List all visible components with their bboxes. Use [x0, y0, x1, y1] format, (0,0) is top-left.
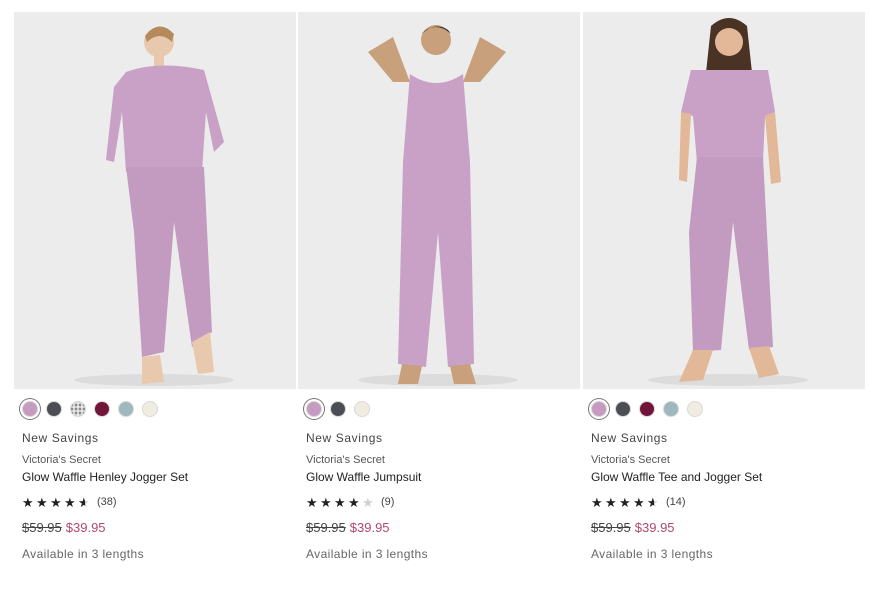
product-name[interactable]: Glow Waffle Jumpsuit	[306, 470, 580, 484]
original-price: $59.95	[22, 520, 62, 535]
original-price: $59.95	[591, 520, 631, 535]
rating[interactable]: ★★★★★ (14)	[591, 495, 865, 509]
color-swatches	[591, 399, 865, 419]
original-price: $59.95	[306, 520, 346, 535]
price: $59.95 $39.95	[591, 520, 865, 535]
product-card: New Savings Victoria's Secret Glow Waffl…	[14, 12, 296, 561]
lengths-note: Available in 3 lengths	[22, 547, 144, 561]
star-icon: ★	[306, 494, 318, 510]
price: $59.95 $39.95	[22, 520, 296, 535]
lengths-note: Available in 3 lengths	[306, 547, 428, 561]
star-icon: ★	[591, 494, 603, 510]
star-icon: ★	[633, 494, 645, 510]
star-icon: ★	[36, 494, 48, 510]
promo-badge: New Savings	[22, 431, 99, 445]
price: $59.95 $39.95	[306, 520, 580, 535]
rating[interactable]: ★ ★ ★ ★ ★ (9)	[306, 495, 580, 509]
promo-badge: New Savings	[591, 431, 668, 445]
model-henley-jogger-illustration	[74, 26, 234, 386]
star-icon: ★	[22, 494, 34, 510]
review-count: (9)	[381, 496, 395, 508]
star-icon: ★	[64, 494, 76, 510]
product-image[interactable]	[583, 12, 865, 389]
color-swatch[interactable]	[46, 401, 62, 417]
lengths-note: Available in 3 lengths	[591, 547, 713, 561]
product-name[interactable]: Glow Waffle Henley Jogger Set	[22, 470, 296, 484]
color-swatch[interactable]	[663, 401, 679, 417]
product-name[interactable]: Glow Waffle Tee and Jogger Set	[591, 470, 865, 484]
brand-name: Victoria's Secret	[22, 454, 101, 466]
color-swatch[interactable]	[330, 401, 346, 417]
star-rating: ★ ★ ★ ★ ★	[306, 496, 375, 509]
rating[interactable]: ★★★★★ (38)	[22, 495, 296, 509]
color-swatch[interactable]	[354, 401, 370, 417]
star-icon: ★	[320, 494, 332, 510]
star-icon: ★	[647, 496, 660, 509]
review-count: (38)	[97, 496, 117, 508]
model-tee-jogger-illustration	[648, 18, 808, 386]
promo-badge: New Savings	[306, 431, 383, 445]
sale-price: $39.95	[65, 520, 106, 535]
product-grid: New Savings Victoria's Secret Glow Waffl…	[0, 0, 870, 615]
color-swatch[interactable]	[70, 401, 86, 417]
brand-name: Victoria's Secret	[306, 454, 385, 466]
product-image[interactable]	[298, 12, 580, 389]
review-count: (14)	[666, 496, 686, 508]
color-swatch[interactable]	[615, 401, 631, 417]
star-icon: ★	[348, 494, 360, 510]
color-swatch[interactable]	[94, 401, 110, 417]
star-rating: ★ ★ ★ ★ ★	[22, 496, 91, 509]
color-swatches	[22, 399, 296, 419]
sale-price: $39.95	[634, 520, 675, 535]
star-icon: ★	[362, 494, 374, 510]
color-swatch[interactable]	[142, 401, 158, 417]
star-icon: ★	[334, 494, 346, 510]
color-swatch[interactable]	[306, 401, 322, 417]
color-swatch[interactable]	[591, 401, 607, 417]
product-card: New Savings Victoria's Secret Glow Waffl…	[583, 12, 865, 561]
color-swatch[interactable]	[118, 401, 134, 417]
color-swatches	[306, 399, 580, 419]
sale-price: $39.95	[349, 520, 390, 535]
star-icon: ★	[619, 494, 631, 510]
color-swatch[interactable]	[639, 401, 655, 417]
brand-name: Victoria's Secret	[591, 454, 670, 466]
product-image[interactable]	[14, 12, 296, 389]
star-icon: ★	[605, 494, 617, 510]
color-swatch[interactable]	[22, 401, 38, 417]
star-rating: ★ ★ ★ ★ ★	[591, 496, 660, 509]
star-icon: ★	[78, 496, 91, 509]
product-card: New Savings Victoria's Secret Glow Waffl…	[298, 12, 580, 561]
model-jumpsuit-illustration	[358, 25, 518, 386]
color-swatch[interactable]	[687, 401, 703, 417]
star-icon: ★	[50, 494, 62, 510]
